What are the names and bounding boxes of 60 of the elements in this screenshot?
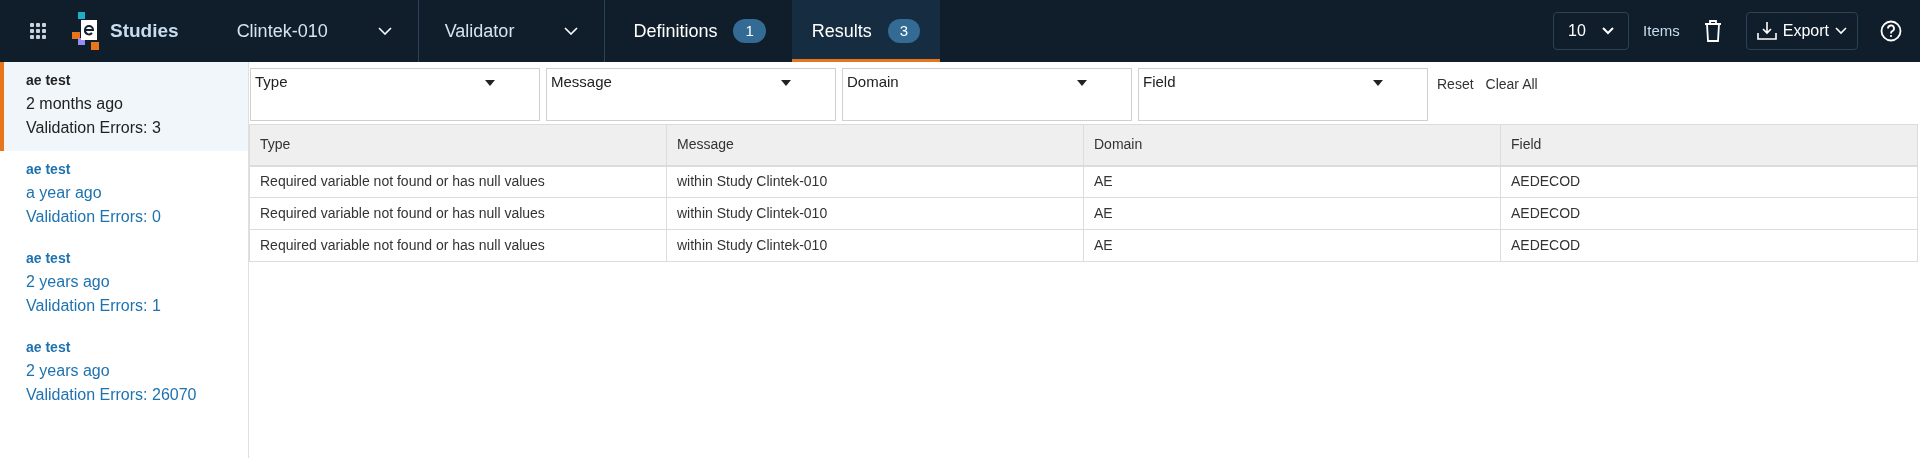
run-list-item[interactable]: ae test a year ago Validation Errors: 0 xyxy=(0,151,248,240)
filter-action-link[interactable]: Reset xyxy=(1437,74,1474,115)
table-cell: AEDECOD xyxy=(1500,165,1918,198)
caret-down-icon xyxy=(485,80,495,86)
logo-icon xyxy=(72,12,100,50)
table-cell: AE xyxy=(1083,197,1501,230)
table-cell: Required variable not found or has null values xyxy=(249,165,667,198)
table-cell: within Study Clintek-010 xyxy=(666,229,1084,262)
run-name: ae test xyxy=(26,160,72,179)
help-icon[interactable] xyxy=(1880,20,1902,42)
count-badge: 1 xyxy=(733,19,766,43)
run-time: 2 months ago xyxy=(26,94,124,114)
run-list-item[interactable]: ae test 2 years ago Validation Errors: 1 xyxy=(0,240,248,329)
filter-dropdown[interactable]: Message xyxy=(546,68,836,121)
run-name: ae test xyxy=(26,249,72,268)
table-cell: AE xyxy=(1083,229,1501,262)
tab[interactable]: Definitions 1 xyxy=(607,0,792,62)
chevron-down-icon xyxy=(1835,27,1847,35)
tab[interactable]: Results 3 xyxy=(791,0,941,62)
error-count: Validation Errors: 1 xyxy=(26,296,162,316)
items-label: Items xyxy=(1643,20,1680,41)
download-icon xyxy=(1756,21,1777,41)
filter-dropdown[interactable]: Domain xyxy=(842,68,1132,121)
filter-action-link[interactable]: Clear All xyxy=(1485,74,1538,115)
run-time: a year ago xyxy=(26,183,103,203)
error-count: Validation Errors: 26070 xyxy=(26,385,198,405)
run-list-item[interactable]: ae test 2 years ago Validation Errors: 26070 xyxy=(0,329,248,418)
error-count: Validation Errors: 3 xyxy=(26,118,162,138)
caret-down-icon xyxy=(781,80,791,86)
export-button[interactable]: Export xyxy=(1745,12,1858,50)
run-time: 2 years ago xyxy=(26,272,111,292)
page-size-select[interactable]: 10 xyxy=(1553,12,1630,50)
column-header: Domain xyxy=(1083,124,1501,166)
run-name: ae test xyxy=(26,71,72,90)
column-header: Message xyxy=(666,124,1084,166)
column-header: Type xyxy=(249,124,667,166)
filter-dropdown[interactable]: Type xyxy=(250,68,540,121)
table-cell: Required variable not found or has null values xyxy=(249,229,667,262)
column-header: Field xyxy=(1500,124,1918,166)
caret-down-icon xyxy=(1077,80,1087,86)
table-cell: AEDECOD xyxy=(1500,229,1918,262)
table-cell: AEDECOD xyxy=(1500,197,1918,230)
trash-icon[interactable] xyxy=(1703,20,1722,42)
table-cell: AE xyxy=(1083,165,1501,198)
apps-grid-icon[interactable] xyxy=(30,23,46,39)
chevron-down-icon xyxy=(377,27,392,35)
caret-down-icon xyxy=(1373,80,1383,86)
count-badge: 3 xyxy=(887,19,921,43)
app-title: Studies xyxy=(110,18,179,43)
table-cell: within Study Clintek-010 xyxy=(666,197,1084,230)
context-dropdown[interactable]: Validator xyxy=(418,0,606,62)
run-list-item[interactable]: ae test 2 months ago Validation Errors: 3 xyxy=(0,62,248,151)
error-count: Validation Errors: 0 xyxy=(26,207,162,227)
run-name: ae test xyxy=(26,338,72,357)
run-time: 2 years ago xyxy=(26,361,111,381)
filter-dropdown[interactable]: Field xyxy=(1138,68,1428,121)
chevron-down-icon xyxy=(1602,27,1615,35)
chevron-down-icon xyxy=(564,27,579,35)
table-cell: Required variable not found or has null values xyxy=(249,197,667,230)
table-cell: within Study Clintek-010 xyxy=(666,165,1084,198)
